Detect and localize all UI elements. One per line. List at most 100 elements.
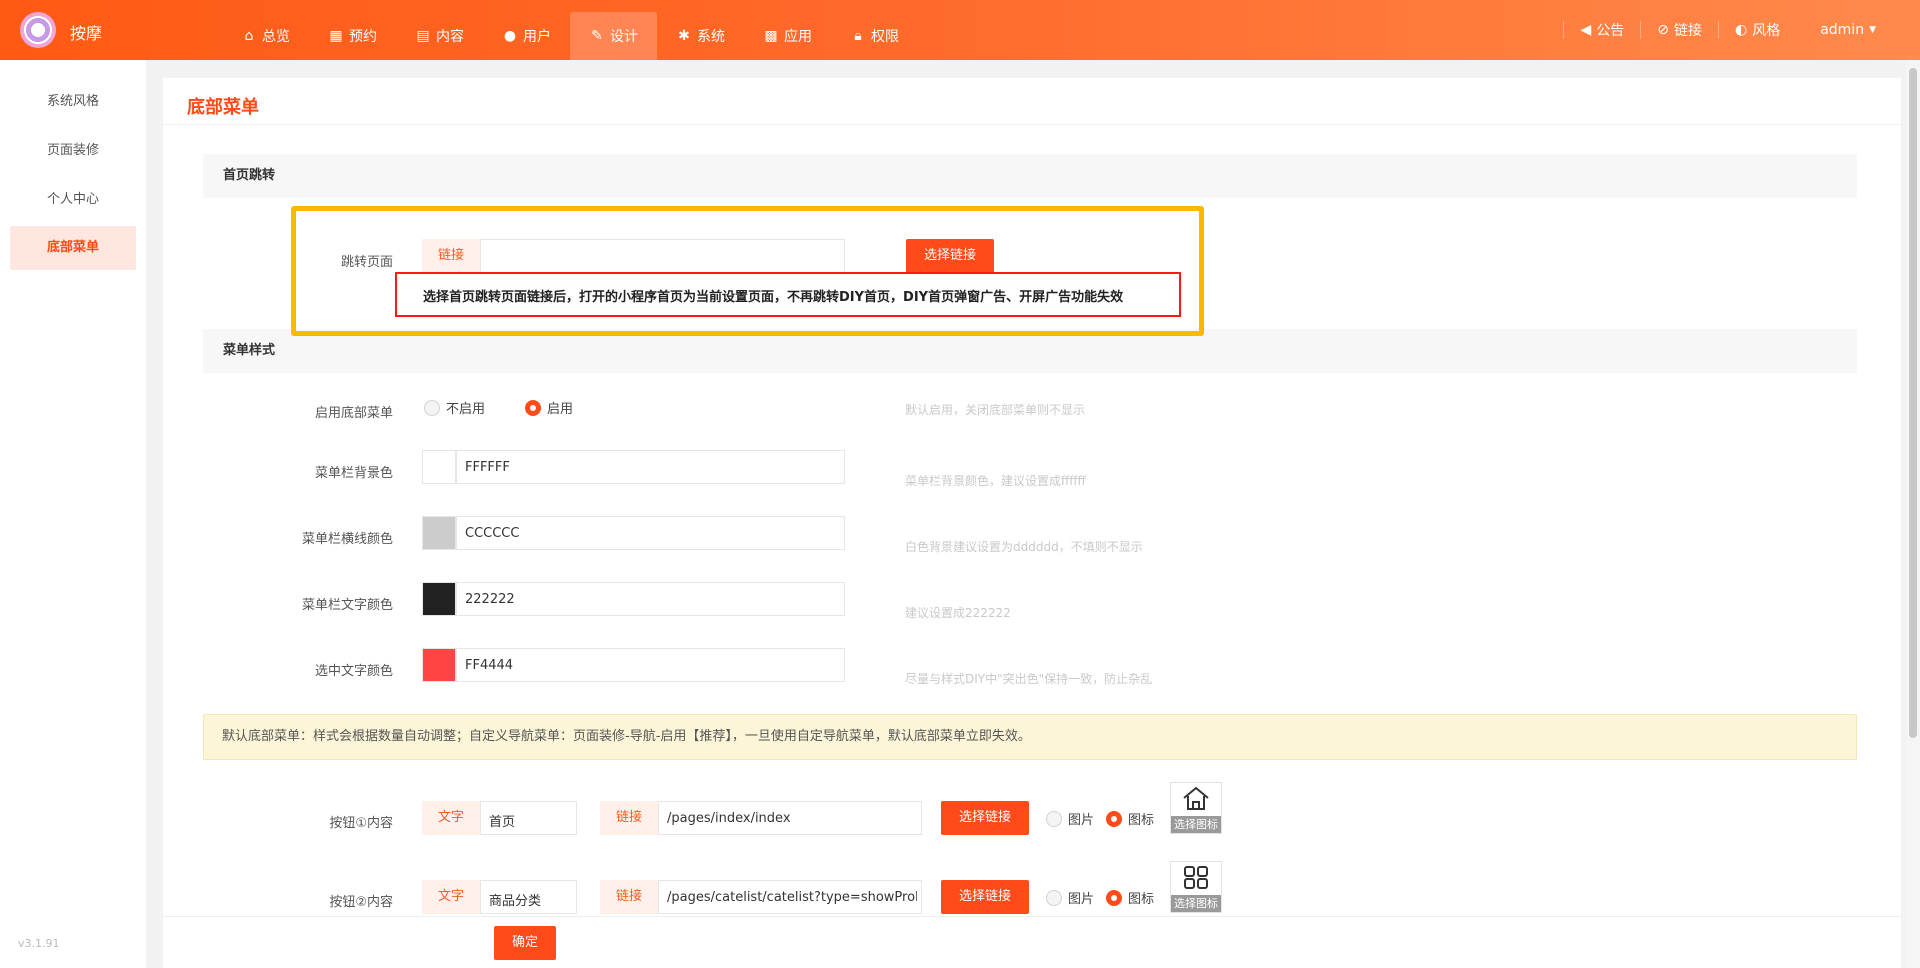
button-1-label: 按钮①内容 xyxy=(329,816,393,831)
scrollbar[interactable] xyxy=(1906,60,1920,968)
jump-note-box: 选择首页跳转页面链接后，打开的小程序首页为当前设置页面，不再跳转DIY首页，DI… xyxy=(395,272,1181,317)
text-color-label: 菜单栏文字颜色 xyxy=(301,598,393,613)
confirm-button[interactable]: 确定 xyxy=(494,926,556,960)
text-prefix: 文字 xyxy=(422,880,480,914)
button-2-choose-link-button[interactable]: 选择链接 xyxy=(941,880,1029,914)
line-color-label: 菜单栏横线颜色 xyxy=(301,532,393,547)
radio-circle-checked xyxy=(1106,810,1122,827)
document-icon: ▤ xyxy=(416,28,430,44)
app-name: 按摩 xyxy=(70,24,103,43)
bg-color-label: 菜单栏背景色 xyxy=(314,466,393,481)
link-prefix: 链接 xyxy=(600,880,658,914)
button-1-icon-picker[interactable]: 选择图标 xyxy=(1170,782,1222,834)
text-color-value: 222222 xyxy=(465,592,515,607)
lock-icon: 🔒︎ xyxy=(854,28,862,44)
top-bar: 按摩 ⌂ 总览 ▦ 预约 ▤ 内容 ● 用户 ✎ 设计 ✱ 系统 ▩ 应用 🔒︎… xyxy=(0,0,1920,60)
nav-label: 总览 xyxy=(262,29,290,45)
radio-enable[interactable]: 启用 xyxy=(525,398,573,417)
button-1-radio-image[interactable]: 图片 xyxy=(1046,809,1094,828)
announce-link[interactable]: ◀ 公告 xyxy=(1564,20,1640,40)
selected-color-input[interactable]: FF4444 xyxy=(456,648,845,682)
icon-caption: 选择图标 xyxy=(1171,816,1221,833)
sidebar: 系统风格 页面装修 个人中心 底部菜单 v3.1.91 xyxy=(0,60,146,968)
nav-item-design[interactable]: ✎ 设计 xyxy=(570,12,657,60)
selected-color-value: FF4444 xyxy=(465,658,514,673)
link-label: 链接 xyxy=(1673,23,1702,39)
speaker-icon: ◀ xyxy=(1580,22,1592,38)
link-prefix: 链接 xyxy=(600,801,658,835)
announce-label: 公告 xyxy=(1596,23,1625,39)
divider xyxy=(163,124,1901,125)
text-color-input[interactable]: 222222 xyxy=(456,582,845,616)
nav-item-overview[interactable]: ⌂ 总览 xyxy=(222,12,309,60)
sidebar-item-bottom-menu[interactable]: 底部菜单 xyxy=(10,226,136,270)
line-color-input[interactable]: CCCCCC xyxy=(456,516,845,550)
button-1-choose-link-button[interactable]: 选择链接 xyxy=(941,801,1029,835)
bg-color-swatch[interactable] xyxy=(422,450,456,484)
button-2-radio-image[interactable]: 图片 xyxy=(1046,888,1094,907)
button-2-text-input[interactable]: 商品分类 xyxy=(480,880,577,914)
nav-item-permissions[interactable]: 🔒︎ 权限 xyxy=(831,12,918,60)
version-label: v3.1.91 xyxy=(18,937,60,950)
sidebar-item-page-decoration[interactable]: 页面装修 xyxy=(10,129,136,173)
nav-label: 内容 xyxy=(436,29,464,45)
radio-circle xyxy=(1046,889,1062,906)
style-link[interactable]: ◐ 风格 xyxy=(1719,20,1796,40)
user-name: admin xyxy=(1820,22,1865,38)
button-2-link-input[interactable]: /pages/catelist/catelist?type=showProM xyxy=(658,880,922,914)
line-color-swatch[interactable] xyxy=(422,516,456,550)
radio-label: 图标 xyxy=(1128,813,1155,828)
jump-note-text: 选择首页跳转页面链接后，打开的小程序首页为当前设置页面，不再跳转DIY首页，DI… xyxy=(423,290,1124,305)
gear-icon: ✱ xyxy=(678,28,690,44)
main-nav: ⌂ 总览 ▦ 预约 ▤ 内容 ● 用户 ✎ 设计 ✱ 系统 ▩ 应用 🔒︎ 权限 xyxy=(222,12,918,60)
nav-item-content[interactable]: ▤ 内容 xyxy=(396,12,483,60)
nav-label: 预约 xyxy=(349,29,377,45)
notice-banner: 默认底部菜单：样式会根据数量自动调整；自定义导航菜单：页面装修-导航-启用【推荐… xyxy=(203,714,1857,760)
line-color-value: CCCCCC xyxy=(465,526,520,541)
button-1-link-input[interactable]: /pages/index/index xyxy=(658,801,922,835)
radio-label: 图标 xyxy=(1128,892,1155,907)
selected-color-swatch[interactable] xyxy=(422,648,456,682)
user-menu[interactable]: admin ▼ xyxy=(1796,22,1892,38)
radio-disable[interactable]: 不启用 xyxy=(424,398,485,417)
link-link[interactable]: ⊘ 链接 xyxy=(1641,20,1718,40)
sidebar-item-system-style[interactable]: 系统风格 xyxy=(10,80,136,124)
nav-item-apps[interactable]: ▩ 应用 xyxy=(744,12,831,60)
nav-label: 用户 xyxy=(523,29,551,45)
selected-color-hint: 尽量与样式DIY中"突出色"保持一致，防止杂乱 xyxy=(905,672,1153,686)
scrollbar-thumb[interactable] xyxy=(1909,68,1917,738)
brush-icon: ✎ xyxy=(591,28,603,44)
radio-circle xyxy=(1046,810,1062,827)
caret-down-icon: ▼ xyxy=(1869,25,1876,35)
button-2-radio-icon[interactable]: 图标 xyxy=(1106,888,1154,907)
right-nav: ◀ 公告 ⊘ 链接 ◐ 风格 admin ▼ xyxy=(1563,0,1892,60)
radio-circle-checked xyxy=(525,399,541,416)
paperclip-icon: ⊘ xyxy=(1657,22,1669,38)
nav-label: 应用 xyxy=(784,29,812,45)
button-1-text-input[interactable]: 首页 xyxy=(480,801,577,835)
nav-item-system[interactable]: ✱ 系统 xyxy=(657,12,744,60)
page-title: 底部菜单 xyxy=(187,97,259,118)
nav-item-booking[interactable]: ▦ 预约 xyxy=(309,12,396,60)
sidebar-item-personal-center[interactable]: 个人中心 xyxy=(10,178,136,222)
button-1-radio-icon[interactable]: 图标 xyxy=(1106,809,1154,828)
palette-icon: ◐ xyxy=(1734,22,1748,38)
user-icon: ● xyxy=(503,28,517,44)
text-color-swatch[interactable] xyxy=(422,582,456,616)
section-header-home-jump: 首页跳转 xyxy=(203,154,1857,198)
button-2-link-value: /pages/catelist/catelist?type=showProM xyxy=(667,890,917,905)
home-outline-icon xyxy=(1171,785,1221,815)
bg-color-value: FFFFFF xyxy=(465,460,510,475)
radio-circle-checked xyxy=(1106,889,1122,906)
app-logo xyxy=(20,12,56,48)
category-grid-icon xyxy=(1171,864,1221,896)
calendar-icon: ▦ xyxy=(329,28,343,44)
bg-color-input[interactable]: FFFFFF xyxy=(456,450,845,484)
nav-item-users[interactable]: ● 用户 xyxy=(483,12,570,60)
icon-caption: 选择图标 xyxy=(1171,895,1221,912)
button-2-text-value: 商品分类 xyxy=(489,894,542,909)
button-2-icon-picker[interactable]: 选择图标 xyxy=(1170,861,1222,913)
button-1-link-value: /pages/index/index xyxy=(667,811,791,826)
text-prefix: 文字 xyxy=(422,801,480,835)
radio-label: 图片 xyxy=(1068,892,1095,907)
